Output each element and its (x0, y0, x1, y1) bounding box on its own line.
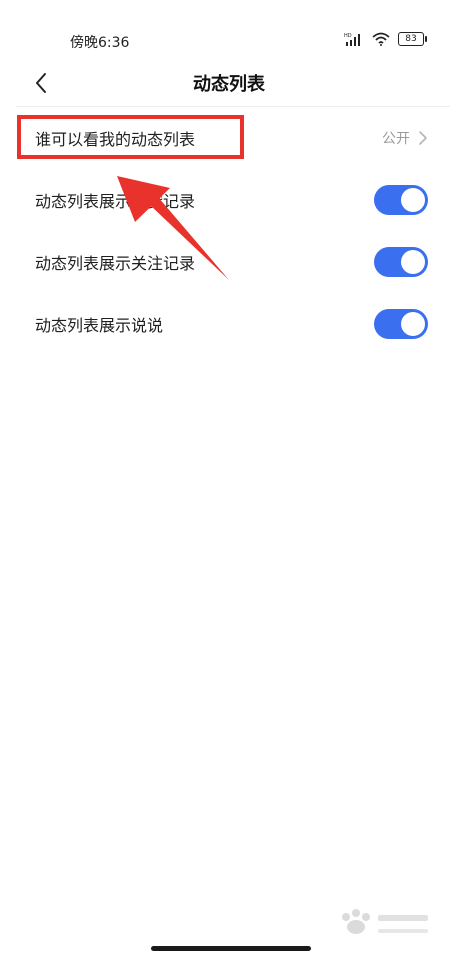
battery-level: 83 (405, 34, 417, 44)
page-title: 动态列表 (193, 74, 265, 95)
status-icons: HD 83 (344, 32, 427, 46)
likes-toggle[interactable] (374, 185, 428, 215)
toggle-knob (401, 188, 425, 212)
wifi-icon (372, 32, 390, 46)
annotation-highlight-box (17, 115, 244, 159)
toggle-row-likes: 动态列表展示点赞记录 (0, 169, 458, 231)
who-can-see-value: 公开 (382, 131, 410, 147)
signal-icon: HD (344, 33, 360, 46)
toggle-row-follows: 动态列表展示关注记录 (0, 231, 458, 293)
network-label: HD (344, 33, 352, 39)
home-indicator[interactable] (151, 946, 311, 951)
follows-toggle[interactable] (374, 247, 428, 277)
chevron-right-icon (419, 131, 427, 145)
toggle-label-posts: 动态列表展示说说 (35, 316, 164, 335)
battery-icon: 83 (398, 32, 427, 46)
nav-bar: 动态列表 (0, 60, 458, 105)
status-bar: 傍晚6:36 HD 83 (0, 0, 458, 60)
toggle-knob (401, 250, 425, 274)
toggle-label-follows: 动态列表展示关注记录 (35, 254, 196, 273)
watermark-logo-icon (342, 909, 428, 934)
toggle-label-likes: 动态列表展示点赞记录 (35, 192, 196, 211)
toggle-knob (401, 312, 425, 336)
status-time: 傍晚6:36 (70, 35, 130, 51)
posts-toggle[interactable] (374, 309, 428, 339)
toggle-row-posts: 动态列表展示说说 (0, 293, 458, 355)
